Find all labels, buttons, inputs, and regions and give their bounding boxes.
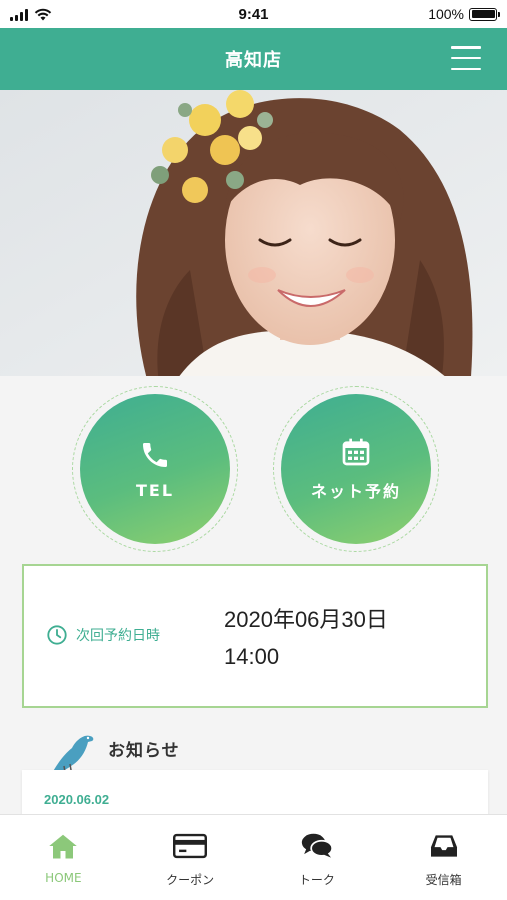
next-reservation-label-group: 次回予約日時	[46, 624, 160, 646]
reservation-date: 2020年06月30日	[224, 607, 388, 632]
app-header: 高知店	[0, 28, 507, 90]
status-bar: 9:41 100%	[0, 0, 507, 28]
bottom-tab-bar: HOME クーポン トーク 受信箱	[0, 814, 507, 900]
tab-home[interactable]: HOME	[0, 815, 127, 900]
wifi-icon	[34, 8, 52, 20]
phone-icon	[143, 442, 167, 467]
net-booking-label: ネット予約	[310, 482, 401, 501]
news-title: お知らせ	[108, 741, 180, 761]
tab-inbox-label: 受信箱	[425, 873, 462, 887]
tel-button-label: TEL	[135, 480, 175, 500]
net-booking-button[interactable]: ネット予約	[281, 394, 431, 544]
cellular-signal-icon	[10, 8, 28, 21]
status-right: 100%	[377, 6, 500, 22]
hero-image	[0, 90, 507, 376]
tab-talk[interactable]: トーク	[254, 815, 381, 900]
home-icon	[49, 834, 78, 859]
status-left	[10, 8, 130, 21]
hamburger-menu-icon[interactable]	[451, 46, 481, 70]
tab-home-label: HOME	[45, 871, 82, 885]
next-reservation-label: 次回予約日時	[76, 628, 160, 644]
calendar-icon	[342, 438, 370, 466]
booking-button-ring: ネット予約	[273, 386, 439, 552]
status-time: 9:41	[238, 5, 269, 23]
tel-button[interactable]: TEL	[80, 394, 230, 544]
tab-inbox[interactable]: 受信箱	[380, 815, 507, 900]
next-reservation-card: 次回予約日時 2020年06月30日 14:00	[22, 564, 488, 708]
reservation-time: 14:00	[224, 644, 280, 669]
inbox-icon	[430, 835, 457, 857]
tel-button-ring: TEL	[72, 386, 238, 552]
clock-icon	[47, 625, 67, 645]
battery-percentage: 100%	[428, 6, 464, 22]
tab-coupon-label: クーポン	[166, 873, 215, 887]
tab-talk-label: トーク	[298, 873, 335, 887]
page-title: 高知店	[225, 50, 282, 71]
chat-bubbles-icon	[301, 833, 333, 858]
tab-coupon[interactable]: クーポン	[127, 815, 254, 900]
coupon-card-icon	[173, 833, 208, 859]
news-date: 2020.06.02	[44, 792, 110, 807]
battery-icon	[469, 7, 500, 21]
